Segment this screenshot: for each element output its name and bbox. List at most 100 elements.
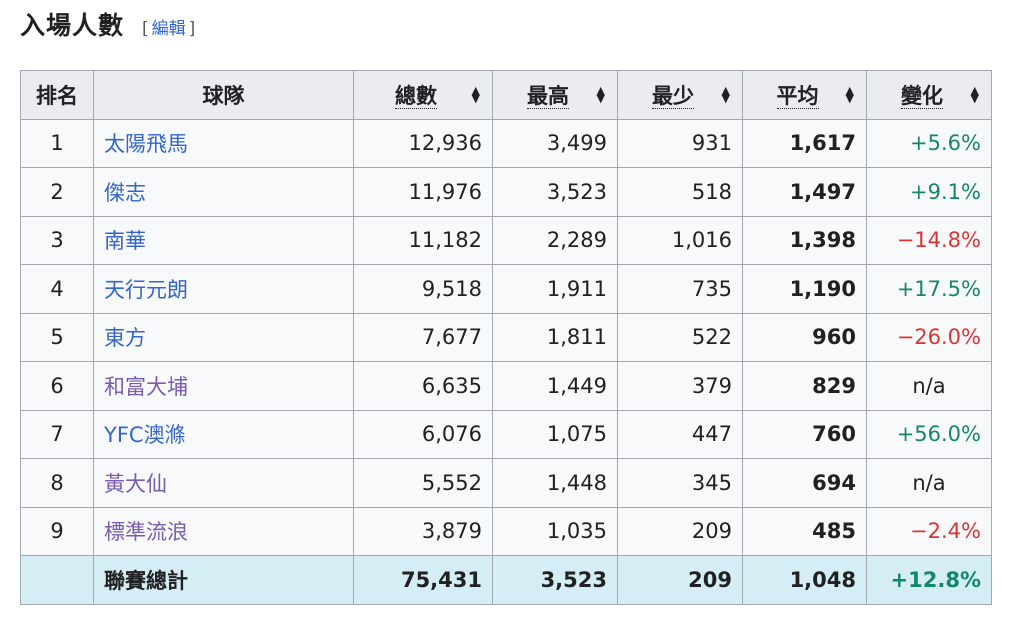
rank-cell (20, 555, 94, 605)
team-cell: YFC澳滌 (93, 409, 354, 459)
team-cell: 南華 (93, 215, 354, 265)
team-link[interactable]: 南華 (104, 229, 146, 253)
average-cell: 1,497 (742, 167, 867, 217)
low-cell: 345 (617, 458, 743, 508)
team-cell: 和富大埔 (93, 361, 354, 411)
table-row: 5 東方 7,677 1,811 522 960 −26.0% (20, 312, 992, 362)
high-cell: 1,075 (492, 409, 618, 459)
high-cell: 3,499 (492, 118, 618, 168)
average-cell: 829 (742, 361, 867, 411)
team-cell: 傑志 (93, 167, 354, 217)
header-average-label: 平均 (776, 83, 819, 109)
team-cell: 標準流浪 (93, 506, 354, 556)
table-row: 7 YFC澳滌 6,076 1,075 447 760 +56.0% (20, 409, 992, 459)
total-cell: 11,976 (353, 167, 493, 217)
high-cell: 3,523 (492, 555, 618, 605)
header-change[interactable]: 變化 ▲ ▼ (866, 70, 992, 120)
header-low[interactable]: 最少 ▲ ▼ (617, 70, 743, 120)
low-cell: 518 (617, 167, 743, 217)
average-cell: 694 (742, 458, 867, 508)
team-link[interactable]: 天行元朗 (104, 278, 188, 302)
high-cell: 3,523 (492, 167, 618, 217)
table-row: 2 傑志 11,976 3,523 518 1,497 +9.1% (20, 167, 992, 217)
low-cell: 447 (617, 409, 743, 459)
sort-arrows-icon[interactable]: ▲ ▼ (597, 85, 605, 104)
team-cell: 聯賽總計 (93, 555, 354, 605)
high-cell: 1,811 (492, 312, 618, 362)
team-cell: 天行元朗 (93, 264, 354, 314)
low-cell: 209 (617, 555, 743, 605)
header-total[interactable]: 總數 ▲ ▼ (353, 70, 493, 120)
rank-cell: 1 (20, 118, 94, 168)
section-title: 入場人數 (20, 11, 125, 40)
header-team: 球隊 (93, 70, 354, 120)
team-link[interactable]: 太陽飛馬 (104, 132, 188, 156)
average-cell: 1,617 (742, 118, 867, 168)
header-rank: 排名 (20, 70, 94, 120)
rank-cell: 4 (20, 264, 94, 314)
sort-arrows-icon[interactable]: ▲ ▼ (846, 85, 854, 104)
team-link[interactable]: 黃大仙 (104, 472, 167, 496)
total-cell: 11,182 (353, 215, 493, 265)
team-link[interactable]: 傑志 (104, 181, 146, 205)
high-cell: 1,035 (492, 506, 618, 556)
average-cell: 1,190 (742, 264, 867, 314)
low-cell: 931 (617, 118, 743, 168)
header-low-label: 最少 (652, 83, 694, 109)
table-body: 1 太陽飛馬 12,936 3,499 931 1,617 +5.6% 2 傑志 11,976 3,… (20, 118, 992, 605)
team-link[interactable]: 和富大埔 (104, 375, 188, 399)
average-cell: 960 (742, 312, 867, 362)
change-cell: +5.6% (866, 118, 992, 168)
rank-cell: 2 (20, 167, 94, 217)
rank-cell: 6 (20, 361, 94, 411)
high-cell: 1,448 (492, 458, 618, 508)
team-link[interactable]: YFC澳滌 (104, 423, 186, 447)
team-cell: 東方 (93, 312, 354, 362)
table-row: 9 標準流浪 3,879 1,035 209 485 −2.4% (20, 506, 992, 556)
change-cell: −26.0% (866, 312, 992, 362)
edit-section: [編輯] (142, 14, 195, 39)
header-total-label: 總數 (395, 83, 437, 109)
rank-cell: 9 (20, 506, 94, 556)
table-row: 4 天行元朗 9,518 1,911 735 1,190 +17.5% (20, 264, 992, 314)
low-cell: 209 (617, 506, 743, 556)
rank-cell: 8 (20, 458, 94, 508)
table-row: 1 太陽飛馬 12,936 3,499 931 1,617 +5.6% (20, 118, 992, 168)
header-high-label: 最高 (527, 83, 569, 109)
header-high[interactable]: 最高 ▲ ▼ (492, 70, 618, 120)
sort-arrows-icon[interactable]: ▲ ▼ (722, 85, 730, 104)
average-cell: 485 (742, 506, 867, 556)
high-cell: 1,911 (492, 264, 618, 314)
attendance-table: 排名 球隊 總數 ▲ ▼ 最高 ▲ ▼ 最少 ▲ ▼ 平均 ▲ ▼ 變化 ▲ ▼ 1 太陽飛馬 12,9… (20, 70, 992, 605)
team-cell: 太陽飛馬 (93, 118, 354, 168)
change-cell: +56.0% (866, 409, 992, 459)
average-cell: 1,048 (742, 555, 867, 605)
rank-cell: 7 (20, 409, 94, 459)
header-change-label: 變化 (901, 83, 943, 109)
edit-bracket-close: ] (188, 19, 196, 39)
sort-arrows-icon[interactable]: ▲ ▼ (971, 85, 979, 104)
low-cell: 735 (617, 264, 743, 314)
sort-arrows-icon[interactable]: ▲ ▼ (472, 85, 480, 104)
change-cell: −14.8% (866, 215, 992, 265)
rank-cell: 3 (20, 215, 94, 265)
team-link[interactable]: 東方 (104, 326, 146, 350)
average-cell: 760 (742, 409, 867, 459)
total-cell: 7,677 (353, 312, 493, 362)
team-link[interactable]: 標準流浪 (104, 520, 188, 544)
low-cell: 1,016 (617, 215, 743, 265)
total-cell: 75,431 (353, 555, 493, 605)
change-cell: n/a (866, 458, 992, 508)
change-cell: n/a (866, 361, 992, 411)
total-cell: 6,076 (353, 409, 493, 459)
total-cell: 12,936 (353, 118, 493, 168)
header-row: 排名 球隊 總數 ▲ ▼ 最高 ▲ ▼ 最少 ▲ ▼ 平均 ▲ ▼ 變化 ▲ ▼ (20, 70, 992, 120)
table-row: 8 黃大仙 5,552 1,448 345 694 n/a (20, 458, 992, 508)
edit-link[interactable]: 編輯 (152, 19, 186, 39)
average-cell: 1,398 (742, 215, 867, 265)
total-cell: 5,552 (353, 458, 493, 508)
rank-cell: 5 (20, 312, 94, 362)
header-average[interactable]: 平均 ▲ ▼ (742, 70, 867, 120)
change-cell: −2.4% (866, 506, 992, 556)
total-cell: 9,518 (353, 264, 493, 314)
